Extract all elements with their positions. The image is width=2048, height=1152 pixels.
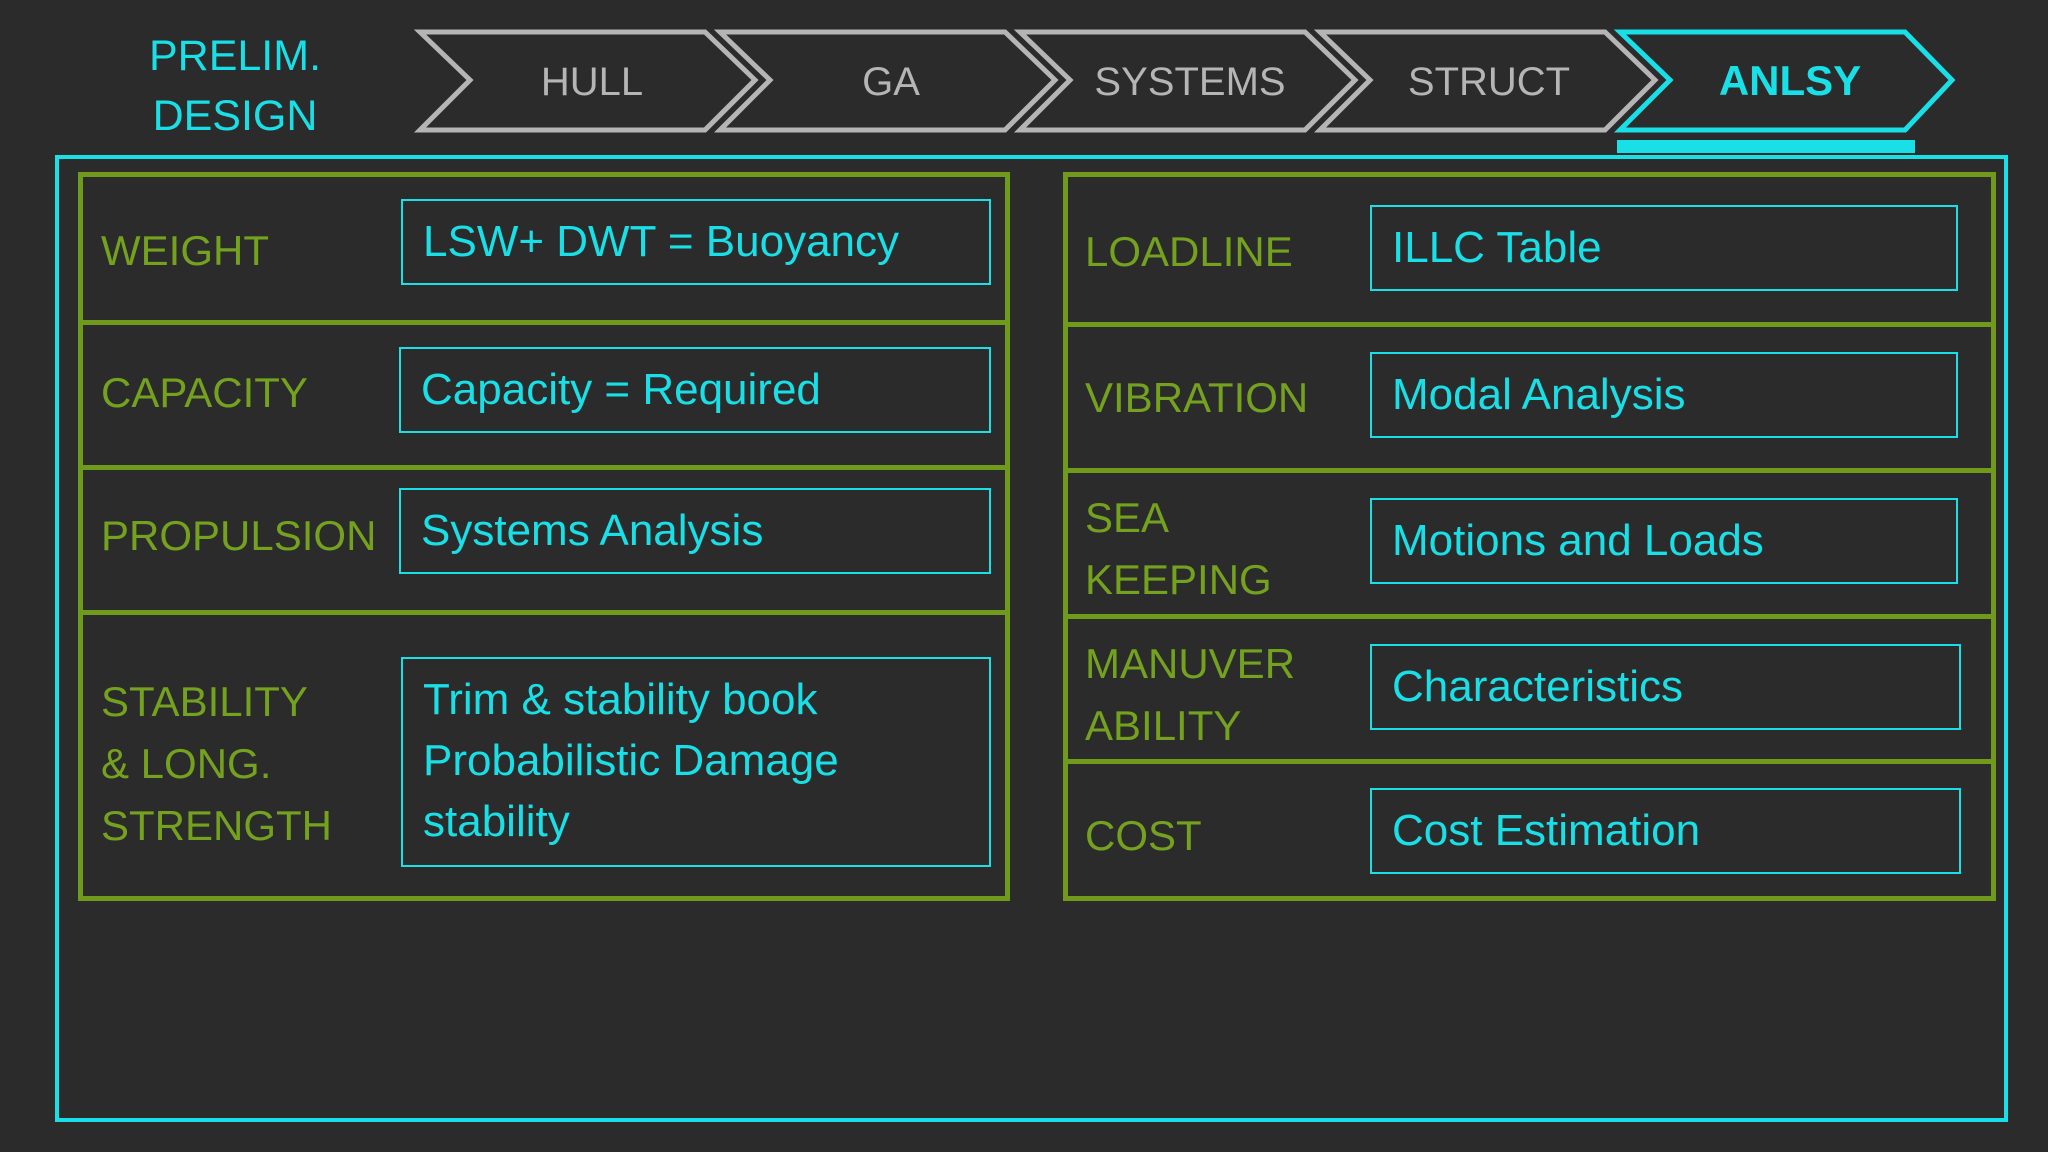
row-value-cost: Cost Estimation	[1370, 788, 1961, 874]
row-weight: WEIGHT LSW+ DWT = Buoyancy	[83, 177, 1005, 320]
step-ga[interactable]: GA	[713, 29, 1059, 133]
step-hull[interactable]: HULL	[413, 29, 759, 133]
active-step-indicator	[1617, 140, 1915, 153]
left-panel: WEIGHT LSW+ DWT = Buoyancy CAPACITY Capa…	[78, 172, 1010, 901]
step-systems[interactable]: SYSTEMS	[1013, 29, 1359, 133]
row-value-loadline: ILLC Table	[1370, 205, 1958, 291]
row-value-seakeeping: Motions and Loads	[1370, 498, 1958, 584]
row-label-seakeeping: SEA KEEPING	[1085, 494, 1272, 603]
row-loadline: LOADLINE ILLC Table	[1068, 177, 1991, 322]
row-value-manuverability: Characteristics	[1370, 644, 1961, 730]
row-value-capacity: Capacity = Required	[399, 347, 991, 433]
row-value-vibration: Modal Analysis	[1370, 352, 1958, 438]
row-label-weight: WEIGHT	[101, 227, 269, 274]
row-vibration: VIBRATION Modal Analysis	[1068, 322, 1991, 468]
row-value-propulsion: Systems Analysis	[399, 488, 991, 574]
row-label-cost: COST	[1085, 812, 1202, 859]
right-panel: LOADLINE ILLC Table VIBRATION Modal Anal…	[1063, 172, 1996, 901]
row-propulsion: PROPULSION Systems Analysis	[83, 465, 1005, 610]
row-manuverability: MANUVER ABILITY Characteristics	[1068, 614, 1991, 759]
row-label-manuverability: MANUVER ABILITY	[1085, 640, 1296, 749]
process-steps: HULL GA SYSTEMS STRUCT ANLSY	[413, 29, 1956, 133]
step-ga-label: GA	[862, 60, 920, 104]
row-label-loadline: LOADLINE	[1085, 228, 1293, 275]
step-systems-label: SYSTEMS	[1094, 60, 1285, 104]
row-label-vibration: VIBRATION	[1085, 374, 1309, 421]
row-value-weight: LSW+ DWT = Buoyancy	[401, 199, 991, 285]
step-anlsy[interactable]: ANLSY	[1613, 29, 1956, 133]
step-struct-label: STRUCT	[1408, 60, 1570, 104]
row-label-stability: STABILITY & LONG. STRENGTH	[101, 678, 332, 849]
row-label-propulsion: PROPULSION	[101, 512, 377, 559]
step-struct[interactable]: STRUCT	[1313, 29, 1659, 133]
row-stability: STABILITY & LONG. STRENGTH Trim & stabil…	[83, 610, 1005, 896]
slide: PRELIM. DESIGN HULL GA SYSTEMS STRUCT AN…	[0, 0, 2048, 1152]
row-seakeeping: SEA KEEPING Motions and Loads	[1068, 468, 1991, 614]
step-hull-label: HULL	[541, 60, 643, 104]
step-anlsy-label: ANLSY	[1719, 57, 1861, 104]
row-cost: COST Cost Estimation	[1068, 759, 1991, 896]
row-value-stability: Trim & stability book Probabilistic Dama…	[401, 657, 991, 867]
row-capacity: CAPACITY Capacity = Required	[83, 320, 1005, 465]
row-label-capacity: CAPACITY	[101, 369, 308, 416]
